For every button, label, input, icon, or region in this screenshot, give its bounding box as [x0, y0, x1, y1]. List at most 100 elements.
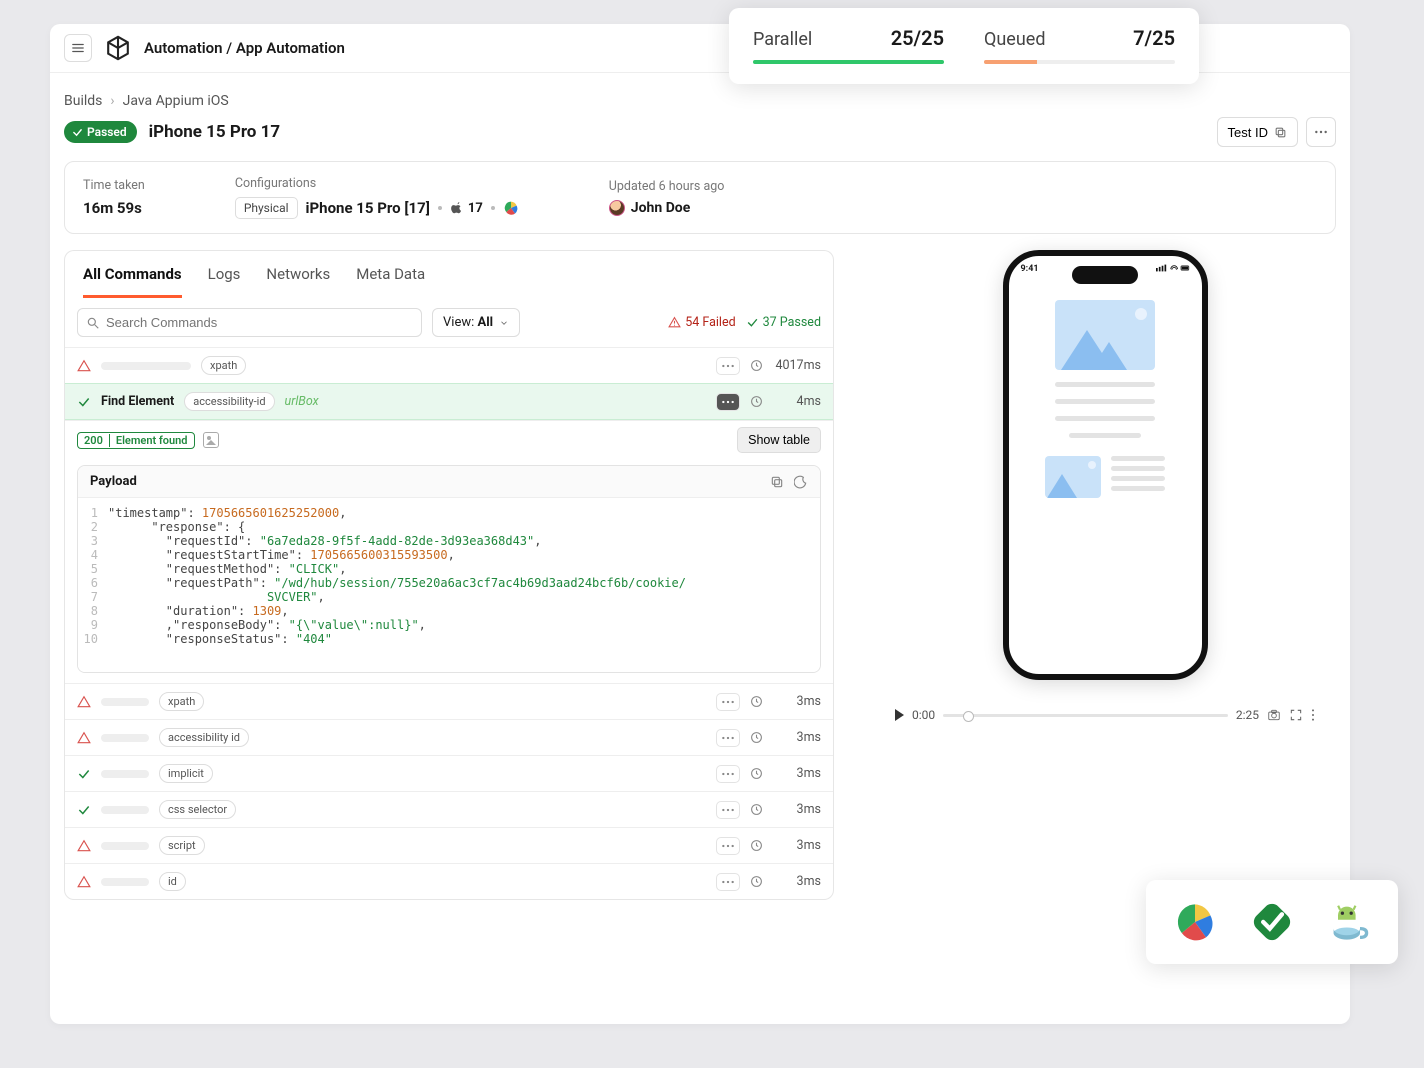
payload-panel: Payload 1"timestamp": 170566560162525200…	[77, 465, 821, 673]
tab-logs[interactable]: Logs	[208, 265, 241, 298]
tab-metadata[interactable]: Meta Data	[356, 265, 425, 298]
parallel-label: Parallel	[753, 29, 812, 50]
show-table-button[interactable]: Show table	[737, 427, 821, 453]
config-os: 17	[468, 201, 483, 216]
config-physical-chip: Physical	[235, 197, 298, 219]
time-current: 0:00	[912, 708, 935, 722]
menu-button[interactable]	[64, 34, 92, 62]
chevron-down-icon	[499, 318, 509, 328]
duration: 4ms	[773, 394, 821, 409]
view-filter-button[interactable]: View: All	[432, 308, 520, 337]
command-row[interactable]: id3ms	[65, 863, 833, 899]
clock-icon	[750, 875, 763, 888]
status-badge: Passed	[64, 121, 137, 143]
product-logo-icon	[104, 34, 132, 62]
duration: 3ms	[773, 730, 821, 745]
skeleton	[101, 362, 191, 370]
time-total: 2:25	[1236, 708, 1259, 722]
xcuitest-icon	[1250, 900, 1294, 944]
row-more-button[interactable]	[716, 729, 740, 747]
skeleton	[101, 878, 149, 886]
dots-icon	[1313, 124, 1329, 140]
tab-all-commands[interactable]: All Commands	[83, 265, 182, 298]
row-more-button[interactable]	[716, 693, 740, 711]
framework-icon	[503, 200, 519, 216]
apple-icon	[450, 201, 464, 215]
queued-bar	[984, 60, 1175, 64]
framework-icon-tray	[1146, 880, 1398, 964]
placeholder-image	[1045, 456, 1101, 498]
seek-track[interactable]	[943, 714, 1228, 717]
skeleton	[101, 806, 149, 814]
check-icon	[77, 395, 91, 409]
clock-icon	[750, 695, 763, 708]
row-more-button[interactable]	[716, 801, 740, 819]
warning-icon	[77, 695, 91, 709]
warning-icon	[77, 875, 91, 889]
check-icon	[72, 127, 83, 138]
queued-label: Queued	[984, 29, 1045, 50]
command-name: Find Element	[101, 394, 174, 409]
command-row[interactable]: xpath 4017ms	[65, 347, 833, 383]
config-label: Configurations	[235, 176, 519, 191]
duration: 3ms	[773, 802, 821, 817]
payload-code: 1"timestamp": 1705665601625252000,2 "res…	[78, 498, 820, 672]
status-icons	[1156, 264, 1190, 274]
parallel-value: 25/25	[891, 26, 944, 50]
row-more-button[interactable]	[716, 393, 740, 411]
command-row[interactable]: xpath 3ms	[65, 683, 833, 719]
row-more-button[interactable]	[716, 837, 740, 855]
row-more-button[interactable]	[716, 357, 740, 375]
row-more-button[interactable]	[716, 765, 740, 783]
command-row[interactable]: css selector 3ms	[65, 791, 833, 827]
overview-card: Time taken 16m 59s Configurations Physic…	[64, 161, 1336, 234]
row-more-button[interactable]	[716, 873, 740, 891]
command-row-selected[interactable]: Find Element accessibility-id urlBox 4ms	[65, 383, 833, 420]
breadcrumb-session[interactable]: Java Appium iOS	[123, 93, 229, 109]
updated-label: Updated 6 hours ago	[609, 179, 725, 194]
more-icon[interactable]	[1311, 708, 1315, 722]
placeholder-image	[1055, 300, 1155, 370]
locator-tag: css selector	[159, 800, 236, 819]
skeleton	[101, 734, 149, 742]
search-input[interactable]	[106, 315, 413, 330]
clock-icon	[750, 731, 763, 744]
camera-icon[interactable]	[1267, 708, 1281, 722]
search-icon	[86, 316, 100, 330]
screenshot-icon[interactable]	[203, 432, 219, 448]
duration: 3ms	[773, 766, 821, 781]
clock-icon	[750, 395, 763, 408]
duration: 3ms	[773, 694, 821, 709]
command-row[interactable]: script 3ms	[65, 827, 833, 863]
page-title: iPhone 15 Pro 17	[149, 122, 281, 142]
more-button[interactable]	[1306, 117, 1336, 147]
skeleton	[101, 698, 149, 706]
locator-tag: xpath	[159, 692, 204, 711]
queued-value: 7/25	[1133, 26, 1175, 50]
hamburger-icon	[71, 41, 85, 55]
search-input-wrap[interactable]	[77, 308, 422, 337]
user-name: John Doe	[631, 200, 690, 216]
avatar	[609, 200, 625, 216]
test-id-button[interactable]: Test ID	[1217, 117, 1298, 147]
tab-networks[interactable]: Networks	[266, 265, 330, 298]
command-row[interactable]: implicit3ms	[65, 755, 833, 791]
copy-icon[interactable]	[770, 475, 784, 489]
warning-icon	[77, 359, 91, 373]
command-row[interactable]: accessibility id3ms	[65, 719, 833, 755]
theme-icon[interactable]	[794, 475, 808, 489]
device-notch	[1072, 266, 1138, 284]
duration: 4017ms	[773, 358, 821, 373]
appium-icon	[1173, 900, 1217, 944]
duration: 3ms	[773, 838, 821, 853]
failed-count: 54 Failed	[668, 315, 735, 330]
breadcrumb-root[interactable]: Builds	[64, 93, 102, 109]
locator-tag: script	[159, 836, 205, 855]
passed-count: 37 Passed	[746, 315, 821, 330]
fullscreen-icon[interactable]	[1289, 708, 1303, 722]
device-preview: 9:41	[1003, 250, 1208, 680]
device-clock: 9:41	[1021, 264, 1039, 274]
play-button[interactable]	[895, 709, 904, 721]
check-icon	[77, 767, 91, 781]
skeleton	[101, 770, 149, 778]
